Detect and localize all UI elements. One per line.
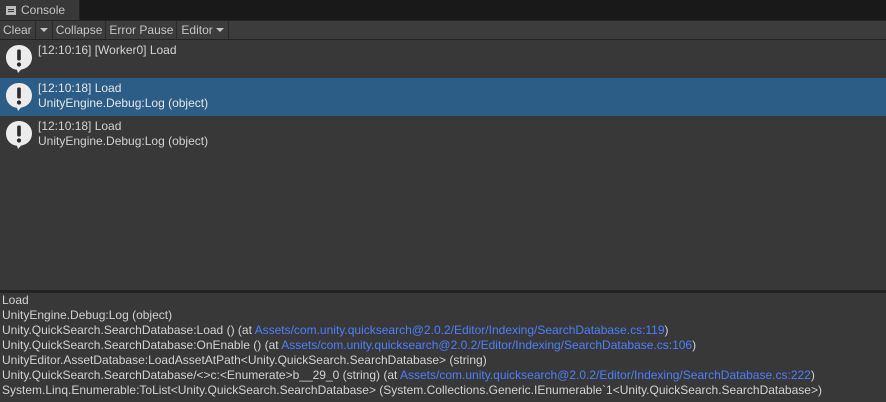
source-link[interactable]: Assets/com.unity.quicksearch@2.0.2/Edito…: [281, 338, 692, 352]
log-list: [12:10:16] [Worker0] Load [12:10:18] Loa…: [0, 40, 886, 290]
clear-button-label: Clear: [3, 23, 32, 37]
collapse-toggle-label: Collapse: [55, 23, 103, 37]
error-pause-toggle[interactable]: Error Pause: [106, 21, 178, 39]
log-entry-text: [12:10:18] Load UnityEngine.Debug:Log (o…: [38, 81, 208, 111]
stack-line-text: ): [810, 368, 815, 382]
log-entry[interactable]: [12:10:18] Load UnityEngine.Debug:Log (o…: [0, 116, 886, 154]
info-icon: [6, 121, 32, 149]
log-entry-line1: [12:10:18] Load: [38, 119, 122, 133]
stack-line-text: Unity.QuickSearch.SearchDatabase:Load ()…: [2, 323, 255, 337]
clear-button[interactable]: Clear: [0, 21, 36, 39]
tab-bar: Console: [0, 0, 886, 20]
info-icon: [6, 83, 32, 111]
log-entry-line2: UnityEngine.Debug:Log (object): [38, 134, 209, 148]
clear-options-dropdown[interactable]: [36, 21, 53, 39]
source-link[interactable]: Assets/com.unity.quicksearch@2.0.2/Edito…: [400, 368, 811, 382]
stack-line-text: Unity.QuickSearch.SearchDatabase:OnEnabl…: [2, 338, 282, 352]
console-toolbar: Clear Collapse Error Pause Editor: [0, 20, 886, 40]
chevron-down-icon: [39, 28, 48, 32]
info-icon: [6, 45, 32, 73]
stack-line: UnityEngine.Debug:Log (object): [2, 308, 173, 322]
chevron-down-icon: [215, 28, 224, 32]
log-entry-line1: [12:10:18] Load: [38, 81, 122, 95]
console-window: Console Clear Collapse Error Pause Edito…: [0, 0, 886, 402]
stack-line: System.Linq.Enumerable:ToList<Unity.Quic…: [2, 383, 822, 397]
tab-console[interactable]: Console: [0, 0, 80, 20]
log-entry-text: [12:10:16] [Worker0] Load: [38, 43, 177, 58]
detail-message: Load: [2, 293, 29, 307]
stack-line-text: Unity.QuickSearch.SearchDatabase/<>c:<En…: [2, 368, 400, 382]
collapse-toggle[interactable]: Collapse: [53, 21, 107, 39]
tab-title: Console: [21, 3, 66, 17]
log-entry-selected[interactable]: [12:10:18] Load UnityEngine.Debug:Log (o…: [0, 78, 886, 116]
editor-dropdown[interactable]: Editor: [177, 21, 229, 39]
stack-line: Unity.QuickSearch.SearchDatabase:Load ()…: [2, 323, 886, 338]
stack-line: Unity.QuickSearch.SearchDatabase:OnEnabl…: [2, 338, 886, 353]
editor-dropdown-label: Editor: [181, 23, 213, 37]
stack-line-text: ): [664, 323, 669, 337]
stack-trace-pane: Load UnityEngine.Debug:Log (object) Unit…: [0, 293, 886, 402]
log-entry[interactable]: [12:10:16] [Worker0] Load: [0, 40, 886, 78]
error-pause-label: Error Pause: [109, 23, 174, 37]
stack-line-text: ): [692, 338, 697, 352]
stack-line: Unity.QuickSearch.SearchDatabase/<>c:<En…: [2, 368, 886, 383]
console-icon: [6, 5, 16, 15]
log-entry-line2: UnityEngine.Debug:Log (object): [38, 96, 209, 110]
stack-line: UnityEditor.AssetDatabase:LoadAssetAtPat…: [2, 353, 487, 367]
source-link[interactable]: Assets/com.unity.quicksearch@2.0.2/Edito…: [255, 323, 665, 337]
log-entry-text: [12:10:18] Load UnityEngine.Debug:Log (o…: [38, 119, 208, 149]
log-entry-line1: [12:10:16] [Worker0] Load: [38, 43, 177, 57]
